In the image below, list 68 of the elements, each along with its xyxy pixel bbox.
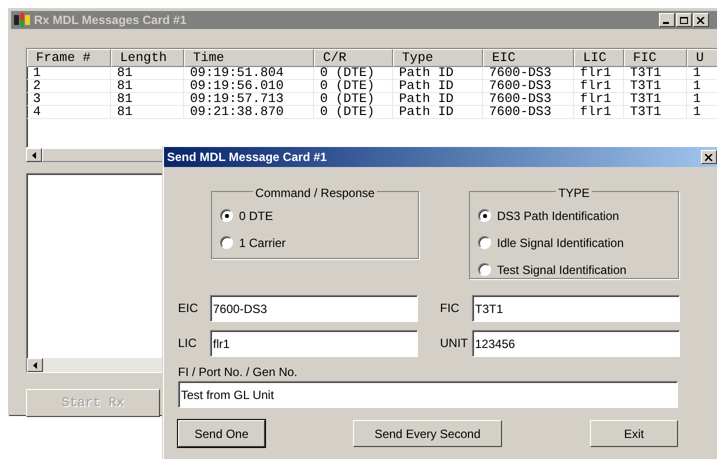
table-cell: 81 xyxy=(111,67,184,79)
table-cell: 1 xyxy=(687,93,717,105)
table-cell: 7600-DS3 xyxy=(483,80,574,92)
radio-label: Test Signal Identification xyxy=(497,262,626,278)
column-header[interactable]: Time xyxy=(184,49,314,67)
column-header[interactable]: FIC xyxy=(624,49,687,67)
field-label: FIC xyxy=(440,300,460,317)
table-cell: 2 xyxy=(27,80,111,92)
table-cell: 09:19:51.804 xyxy=(184,67,314,79)
column-header[interactable]: EIC xyxy=(483,49,574,67)
table-cell: T3T1 xyxy=(624,67,687,79)
text-field[interactable]: T3T1 xyxy=(472,295,680,322)
text-field[interactable]: flr1 xyxy=(210,330,418,357)
column-header[interactable]: U xyxy=(687,49,717,67)
column-header[interactable]: Frame # xyxy=(27,49,111,67)
table-cell: 7600-DS3 xyxy=(483,106,574,118)
close-button[interactable] xyxy=(701,150,717,164)
radio-label: 0 DTE xyxy=(239,208,274,224)
close-icon xyxy=(705,154,713,160)
window-title: Rx MDL Messages Card #1 xyxy=(34,12,187,29)
table-cell: 7600-DS3 xyxy=(483,93,574,105)
table-cell: 7600-DS3 xyxy=(483,67,574,79)
radio-button[interactable] xyxy=(478,236,491,249)
maximize-icon xyxy=(680,16,688,24)
close-button[interactable] xyxy=(693,13,709,27)
table-cell: 1 xyxy=(687,67,717,79)
radio-button[interactable] xyxy=(478,209,491,222)
text-field[interactable]: 7600-DS3 xyxy=(210,295,418,322)
text-field[interactable]: Test from GL Unit xyxy=(178,381,678,408)
radio-label: 1 Carrier xyxy=(239,234,286,252)
dialog-button[interactable]: Send Every Second xyxy=(353,420,502,447)
table-cell: T3T1 xyxy=(624,93,687,105)
table-cell: 09:19:57.713 xyxy=(184,93,314,105)
table-cell: 1 xyxy=(687,80,717,92)
dialog-button[interactable]: Send One xyxy=(178,420,265,447)
table-cell: T3T1 xyxy=(624,106,687,118)
table-cell: 3 xyxy=(27,93,111,105)
table-cell: 81 xyxy=(111,93,184,105)
column-header[interactable]: Length xyxy=(111,49,184,67)
dialog-button[interactable]: Exit xyxy=(590,420,678,447)
table-cell: 1 xyxy=(687,106,717,118)
text-field[interactable]: 123456 xyxy=(472,330,680,357)
radio-button[interactable] xyxy=(220,209,233,222)
table-cell: 1 xyxy=(27,67,111,79)
maximize-button[interactable] xyxy=(676,13,692,27)
radio-button[interactable] xyxy=(478,263,491,276)
column-header[interactable]: Type xyxy=(393,49,483,67)
table-cell: 09:21:38.870 xyxy=(184,106,314,118)
radio-button[interactable] xyxy=(220,236,233,249)
field-label: UNIT xyxy=(440,335,469,352)
left-arrow-icon xyxy=(32,152,36,158)
table-cell: T3T1 xyxy=(624,80,687,92)
field-label: LIC xyxy=(178,335,198,352)
radio-label: DS3 Path Identification xyxy=(497,208,620,224)
table-cell: 81 xyxy=(111,106,184,118)
minimize-button[interactable] xyxy=(659,13,675,27)
left-arrow-icon xyxy=(33,362,37,368)
close-icon xyxy=(697,16,705,24)
field-label: EIC xyxy=(178,300,200,317)
column-header[interactable]: LIC xyxy=(574,49,624,67)
radio-label: Idle Signal Identification xyxy=(497,234,624,252)
field-label: FI / Port No. / Gen No. xyxy=(178,364,298,381)
table-cell: 4 xyxy=(27,106,111,118)
window-title: Send MDL Message Card #1 xyxy=(167,149,327,166)
table-cell: 81 xyxy=(111,80,184,92)
column-header[interactable]: C/R xyxy=(314,49,393,67)
table-cell: 09:19:56.010 xyxy=(184,80,314,92)
app-icon xyxy=(14,13,30,27)
